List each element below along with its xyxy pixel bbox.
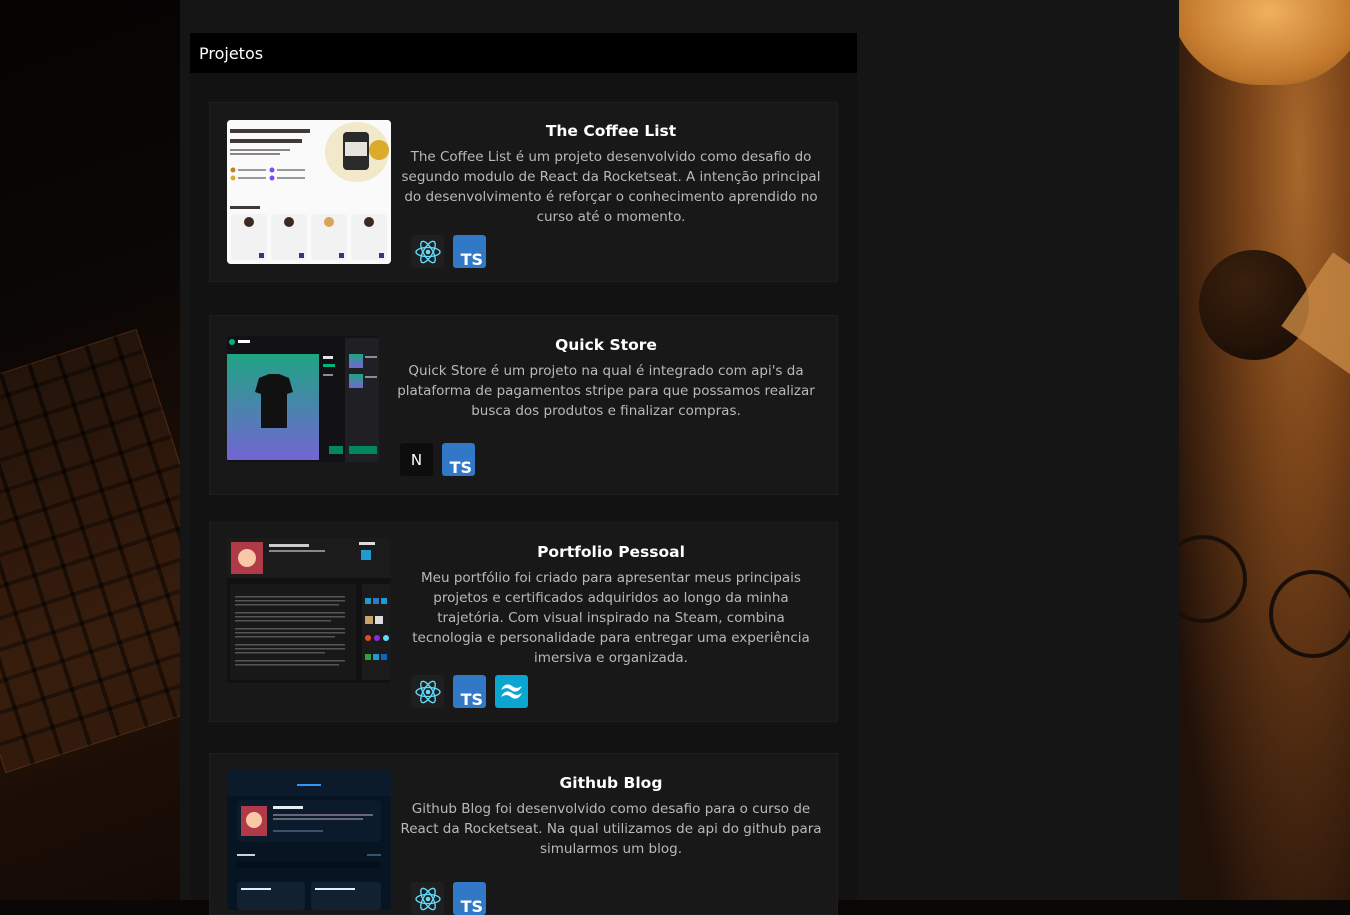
tech-stack: N TS (400, 443, 475, 476)
svg-text:TS: TS (461, 690, 483, 708)
react-icon (411, 675, 444, 708)
project-title: Portfolio Pessoal (537, 543, 685, 561)
tech-stack: TS (411, 882, 486, 915)
project-card[interactable]: Portfolio Pessoal Meu portfólio foi cria… (210, 523, 837, 721)
main-content: Projetos The Coffee List The Coffee List… (180, 0, 1179, 915)
github-blog-screenshot (227, 770, 391, 910)
project-title: The Coffee List (545, 122, 677, 140)
portfolio-screenshot (227, 538, 391, 683)
section-header: Projetos (190, 33, 857, 73)
background-desk-lamp (1179, 0, 1350, 900)
react-icon (411, 882, 444, 915)
project-card[interactable]: Github Blog Github Blog foi desenvolvido… (210, 754, 837, 915)
project-description: The Coffee List é um projeto desenvolvid… (401, 149, 821, 225)
glasses-lens-image (1269, 570, 1350, 658)
typescript-icon: TS (442, 443, 475, 476)
typescript-icon-label: TS (461, 250, 483, 268)
tech-stack: TS (411, 235, 486, 268)
project-info: Portfolio Pessoal Meu portfólio foi cria… (400, 543, 822, 668)
project-info: Quick Store Quick Store é um projeto na … (390, 336, 822, 421)
project-thumbnail[interactable] (227, 770, 391, 910)
section-title: Projetos (199, 43, 264, 63)
typescript-icon: TS (453, 675, 486, 708)
quick-store-screenshot (227, 336, 379, 462)
project-info: The Coffee List The Coffee List é um pro… (400, 122, 822, 227)
nextjs-icon-label: N (411, 451, 422, 469)
typescript-icon: TS (453, 882, 486, 915)
lamp-image (1179, 0, 1350, 85)
project-thumbnail[interactable] (227, 120, 391, 264)
project-info: Github Blog Github Blog foi desenvolvido… (400, 774, 822, 859)
typescript-icon: TS (453, 235, 486, 268)
lamp-base-image (1199, 250, 1309, 360)
react-icon (411, 235, 444, 268)
project-list[interactable]: The Coffee List The Coffee List é um pro… (190, 73, 857, 915)
project-card[interactable]: Quick Store Quick Store é um projeto na … (210, 316, 837, 494)
background-laptop (0, 0, 180, 900)
project-thumbnail[interactable] (227, 538, 391, 683)
coffee-list-screenshot (227, 120, 391, 264)
project-description: Github Blog foi desenvolvido como desafi… (400, 801, 822, 857)
project-card[interactable]: The Coffee List The Coffee List é um pro… (210, 103, 837, 281)
project-thumbnail[interactable] (227, 336, 379, 462)
tailwind-icon (495, 675, 528, 708)
svg-text:TS: TS (450, 458, 472, 476)
laptop-keyboard-image (0, 328, 180, 774)
project-title: Github Blog (559, 774, 663, 792)
glasses-image (1179, 535, 1247, 623)
nextjs-icon: N (400, 443, 433, 476)
tech-stack: TS (411, 675, 528, 708)
project-description: Quick Store é um projeto na qual é integ… (397, 363, 815, 419)
project-description: Meu portfólio foi criado para apresentar… (412, 570, 810, 666)
project-title: Quick Store (555, 336, 657, 354)
